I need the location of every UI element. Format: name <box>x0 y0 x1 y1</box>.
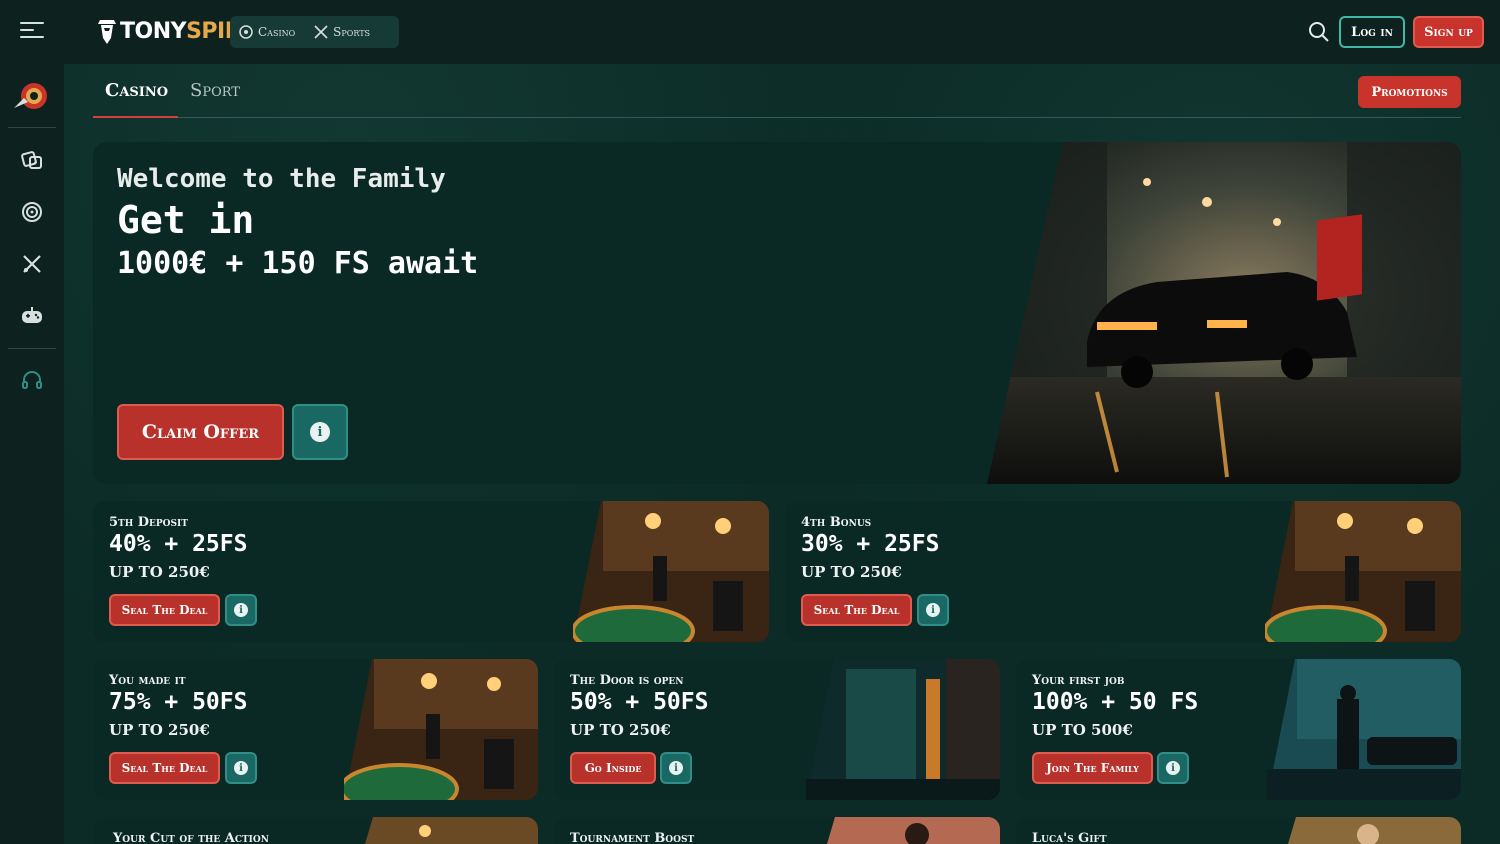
offer-kicker: 5th Deposit <box>109 515 188 530</box>
sidebar-divider <box>8 348 56 349</box>
offer-title: 50% + 50FS <box>570 689 709 715</box>
join-the-family-button[interactable]: Join The Family <box>1032 752 1153 784</box>
sidebar-divider <box>8 127 56 128</box>
search-icon[interactable] <box>1307 20 1331 44</box>
gangster-car-image <box>1267 659 1461 800</box>
info-icon: i <box>669 761 683 775</box>
headset-icon[interactable] <box>20 368 44 392</box>
black-car-foggy-alley-image <box>987 142 1461 484</box>
signup-button[interactable]: Sign up <box>1413 16 1484 48</box>
man-portrait-image <box>1288 817 1461 844</box>
info-icon: i <box>234 761 248 775</box>
offer-kicker: Your Cut of the Action <box>113 831 269 844</box>
welcome-hero-banner: Welcome to the Family Get in 1000€ + 150… <box>93 142 1461 484</box>
gamepad-icon[interactable] <box>20 304 44 328</box>
go-inside-button[interactable]: Go Inside <box>570 752 656 784</box>
dice-icon[interactable] <box>20 148 44 172</box>
offer-kicker: Luca's Gift <box>1032 831 1107 844</box>
offer-kicker: Your first job <box>1032 673 1125 688</box>
promotions-button[interactable]: Promotions <box>1358 76 1461 108</box>
offer-limit: UP TO 250€ <box>109 563 210 581</box>
casino-table-image <box>344 659 538 800</box>
offer-info-button[interactable]: i <box>660 752 692 784</box>
crossed-bats-icon <box>314 25 328 39</box>
seal-the-deal-button[interactable]: Seal The Deal <box>109 594 220 626</box>
hero-title: Get in <box>117 198 255 242</box>
offer-card[interactable]: Luca's Gift <box>1016 817 1461 844</box>
offer-info-button[interactable]: i <box>225 752 257 784</box>
mode-sports[interactable]: Sports <box>313 24 370 40</box>
info-icon: i <box>1166 761 1180 775</box>
hero-kicker: Welcome to the Family <box>117 164 446 194</box>
active-tab-indicator <box>93 116 178 118</box>
offer-kicker: Tournament Boost <box>570 831 695 844</box>
seal-the-deal-button[interactable]: Seal The Deal <box>109 752 220 784</box>
casino-table-image <box>573 501 769 642</box>
offer-limit: UP TO 250€ <box>109 721 210 739</box>
tab-sport[interactable]: Sport <box>190 80 240 101</box>
dark-alley-door-image <box>806 659 1000 800</box>
category-tabs: Casino Sport <box>93 64 1461 118</box>
offer-limit: UP TO 250€ <box>570 721 671 739</box>
tab-casino[interactable]: Casino <box>105 80 168 101</box>
mode-casino-label: Casino <box>258 25 296 39</box>
offer-limit: UP TO 500€ <box>1032 721 1133 739</box>
info-icon: i <box>310 422 330 442</box>
hero-subtitle: 1000€ + 150 FS await <box>117 246 479 281</box>
left-sidebar <box>0 64 64 844</box>
sports-icon[interactable] <box>20 252 44 276</box>
gangster-logo-icon <box>98 20 116 44</box>
offer-title: 30% + 25FS <box>801 531 940 557</box>
offer-title: 75% + 50FS <box>109 689 248 715</box>
casino-sports-switch: Casino Sports <box>230 16 399 48</box>
offer-info-button[interactable]: i <box>917 594 949 626</box>
offer-title: 100% + 50 FS <box>1032 689 1199 715</box>
offer-card[interactable]: The Door is open 50% + 50FS UP TO 250€ G… <box>554 659 1000 800</box>
offer-title: 40% + 25FS <box>109 531 248 557</box>
woman-portrait-image <box>827 817 1000 844</box>
offer-kicker: The Door is open <box>570 673 684 688</box>
offer-card[interactable]: Your first job 100% + 50 FS UP TO 500€ J… <box>1016 659 1461 800</box>
claim-offer-button[interactable]: Claim Offer <box>117 404 284 460</box>
target-icon[interactable] <box>20 200 44 224</box>
offer-card[interactable]: You made it 75% + 50FS UP TO 250€ Seal T… <box>93 659 538 800</box>
hero-info-button[interactable]: i <box>292 404 348 460</box>
offer-card[interactable]: Your Cut of the Action <box>93 817 538 844</box>
info-icon: i <box>234 603 248 617</box>
offer-info-button[interactable]: i <box>225 594 257 626</box>
hamburger-menu-icon[interactable] <box>20 22 44 42</box>
seal-the-deal-button[interactable]: Seal The Deal <box>801 594 912 626</box>
mode-sports-label: Sports <box>333 25 371 39</box>
mode-casino[interactable]: Casino <box>238 24 295 40</box>
casino-chip-icon <box>239 25 253 39</box>
roulette-logo-icon[interactable] <box>12 80 52 112</box>
offer-limit: UP TO 250€ <box>801 563 902 581</box>
top-bar: TONYSPINS Casino Sports Log in Sign up <box>0 0 1500 64</box>
info-icon: i <box>926 603 940 617</box>
offer-card[interactable]: 5th Deposit 40% + 25FS UP TO 250€ Seal T… <box>93 501 769 642</box>
casino-room-image <box>365 817 538 844</box>
login-button[interactable]: Log in <box>1339 16 1405 48</box>
casino-table-image <box>1265 501 1461 642</box>
offer-info-button[interactable]: i <box>1157 752 1189 784</box>
offer-card[interactable]: Tournament Boost <box>554 817 1000 844</box>
offer-kicker: You made it <box>109 673 186 688</box>
offer-card[interactable]: 4th Bonus 30% + 25FS UP TO 250€ Seal The… <box>785 501 1461 642</box>
offer-kicker: 4th Bonus <box>801 515 872 530</box>
